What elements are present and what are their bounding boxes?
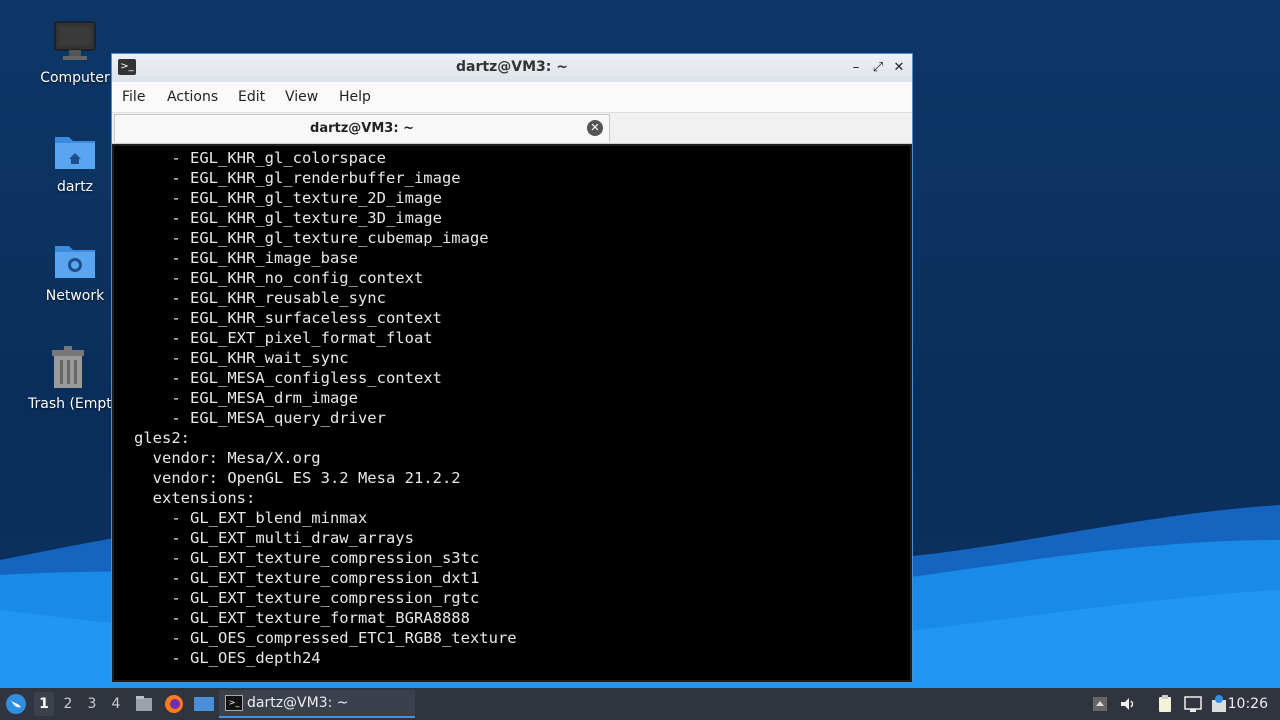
show-desktop-icon[interactable] xyxy=(193,694,214,714)
menubar: File Actions Edit View Help xyxy=(112,82,912,113)
desktop: Computer dartz Network Trash (Empt >_ da… xyxy=(0,0,1280,688)
terminal-output[interactable]: - EGL_KHR_gl_colorspace - EGL_KHR_gl_ren… xyxy=(114,146,910,680)
terminal-line: - EGL_KHR_wait_sync xyxy=(134,349,349,367)
desktop-icon-label: Trash (Empt xyxy=(28,396,111,412)
terminal-lines: - EGL_KHR_gl_colorspace - EGL_KHR_gl_ren… xyxy=(134,148,517,668)
menu-file[interactable]: File xyxy=(122,89,145,105)
workspace-2[interactable]: 2 xyxy=(58,696,78,712)
terminal-line: - EGL_KHR_gl_colorspace xyxy=(134,149,386,167)
menu-help[interactable]: Help xyxy=(339,89,371,105)
terminal-line: - EGL_KHR_reusable_sync xyxy=(134,289,386,307)
computer-icon xyxy=(51,18,99,66)
taskbar-terminal-item[interactable]: >_ dartz@VM3: ~ xyxy=(219,690,415,718)
firefox-launcher-icon[interactable] xyxy=(164,694,184,714)
terminal-line: - GL_OES_compressed_ETC1_RGB8_texture xyxy=(134,629,517,647)
terminal-line: - EGL_KHR_surfaceless_context xyxy=(134,309,442,327)
terminal-line: - EGL_KHR_image_base xyxy=(134,249,358,267)
workspace-3[interactable]: 3 xyxy=(82,696,102,712)
terminal-line: - GL_OES_depth24 xyxy=(134,649,321,667)
terminal-line: - EGL_MESA_query_driver xyxy=(134,409,386,427)
terminal-line: - EGL_KHR_no_config_context xyxy=(134,269,424,287)
terminal-tab[interactable]: dartz@VM3: ~ ✕ xyxy=(114,114,610,142)
terminal-line: - GL_EXT_multi_draw_arrays xyxy=(134,529,414,547)
workspace-1[interactable]: 1 xyxy=(34,692,54,716)
terminal-line: - GL_EXT_texture_compression_rgtc xyxy=(134,589,480,607)
volume-icon[interactable] xyxy=(1118,694,1138,714)
tab-close-icon[interactable]: ✕ xyxy=(587,120,603,136)
window-titlebar[interactable]: >_ dartz@VM3: ~ – ⤢ ✕ xyxy=(112,54,912,82)
tab-label: dartz@VM3: ~ xyxy=(310,121,414,136)
terminal-line: - EGL_KHR_gl_texture_3D_image xyxy=(134,209,442,227)
menu-actions[interactable]: Actions xyxy=(167,89,218,105)
desktop-icon-label: Network xyxy=(45,288,105,304)
tab-bar: dartz@VM3: ~ ✕ xyxy=(112,113,912,144)
terminal-line: - GL_EXT_texture_compression_dxt1 xyxy=(134,569,480,587)
terminal-line: - GL_EXT_blend_minmax xyxy=(134,509,368,527)
menu-edit[interactable]: Edit xyxy=(238,89,265,105)
tray-arrow-icon[interactable] xyxy=(1090,694,1110,714)
menu-view[interactable]: View xyxy=(285,89,318,105)
terminal-line: - EGL_KHR_gl_renderbuffer_image xyxy=(134,169,461,187)
desktop-icon-label: dartz xyxy=(56,179,94,195)
terminal-line: - EGL_EXT_pixel_format_float xyxy=(134,329,433,347)
clipboard-icon[interactable] xyxy=(1155,694,1175,714)
close-button[interactable]: ✕ xyxy=(889,58,909,78)
window-title: dartz@VM3: ~ xyxy=(456,59,568,75)
terminal-line: gles2: xyxy=(134,429,190,447)
desktop-icon-network[interactable]: Network xyxy=(25,236,125,304)
taskbar-item-label: dartz@VM3: ~ xyxy=(247,695,349,711)
clock[interactable]: 10:26 xyxy=(1228,696,1268,712)
maximize-button[interactable]: ⤢ xyxy=(868,58,888,78)
terminal-window: >_ dartz@VM3: ~ – ⤢ ✕ File Actions Edit … xyxy=(111,53,913,683)
terminal-line: - EGL_MESA_drm_image xyxy=(134,389,358,407)
file-manager-launcher-icon[interactable] xyxy=(134,694,154,714)
terminal-line: vendor: OpenGL ES 3.2 Mesa 21.2.2 xyxy=(134,469,461,487)
desktop-icon-label: Computer xyxy=(40,70,110,86)
network-status-icon[interactable] xyxy=(1183,694,1203,714)
trash-icon xyxy=(44,344,92,392)
terminal-task-icon: >_ xyxy=(225,695,243,711)
terminal-line: extensions: xyxy=(134,489,256,507)
taskbar: 1 2 3 4 >_ dartz@VM3: ~ 10:26 xyxy=(0,688,1280,720)
desktop-icon-trash[interactable]: Trash (Empt xyxy=(25,344,111,412)
minimize-button[interactable]: – xyxy=(846,58,866,78)
desktop-icon-home-folder[interactable]: dartz xyxy=(25,127,125,195)
terminal-line: - EGL_MESA_configless_context xyxy=(134,369,442,387)
home-folder-icon xyxy=(51,127,99,175)
desktop-icon-computer[interactable]: Computer xyxy=(25,18,125,86)
start-menu-icon[interactable] xyxy=(5,693,27,715)
update-notifier-icon[interactable] xyxy=(1209,694,1229,714)
network-folder-icon xyxy=(51,236,99,284)
terminal-line: - EGL_KHR_gl_texture_2D_image xyxy=(134,189,442,207)
terminal-line: - GL_EXT_texture_format_BGRA8888 xyxy=(134,609,470,627)
terminal-line: vendor: Mesa/X.org xyxy=(134,449,321,467)
terminal-line: - GL_EXT_texture_compression_s3tc xyxy=(134,549,480,567)
workspace-4[interactable]: 4 xyxy=(106,696,126,712)
terminal-line: - EGL_KHR_gl_texture_cubemap_image xyxy=(134,229,489,247)
